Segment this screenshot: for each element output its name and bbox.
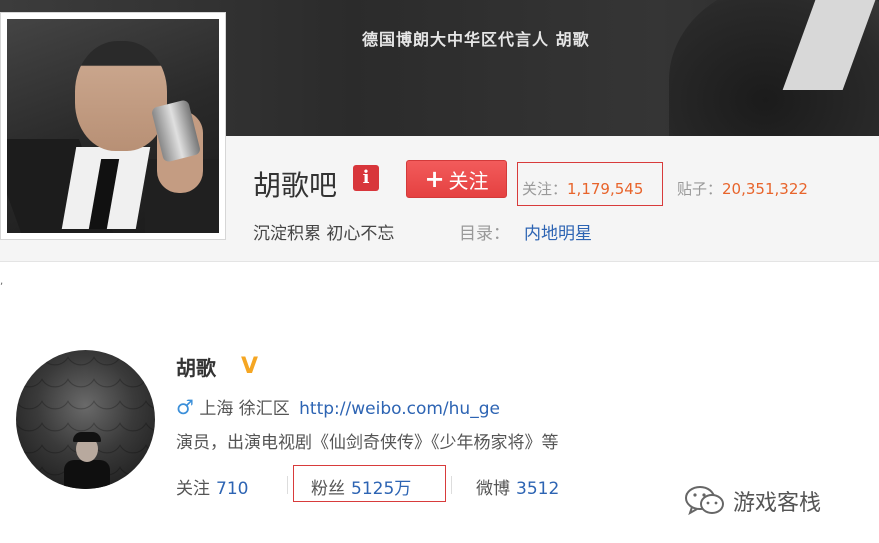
follow-button-label: 关注 [448, 168, 489, 193]
watermark: 游戏客栈 [683, 484, 821, 518]
weibo-avatar[interactable] [16, 350, 155, 489]
follow-stat-count: 1,179,545 [567, 180, 644, 198]
watermark-text: 游戏客栈 [733, 491, 822, 516]
weibo-name[interactable]: 胡歌 [176, 352, 216, 381]
posts-stat-count: 20,351,322 [722, 180, 808, 198]
banner-caption: 德国博朗大中华区代言人 胡歌 [362, 30, 590, 49]
weibo-fans-stat[interactable]: 粉丝 5125万 [311, 474, 411, 499]
category-link[interactable]: 内地明星 [524, 219, 592, 244]
male-icon: ♂ [176, 395, 194, 419]
tieba-avatar-photo [7, 19, 219, 233]
weibo-url-link[interactable]: http://weibo.com/hu_ge [299, 399, 500, 419]
tieba-follow-button[interactable]: + 关注 [406, 160, 507, 198]
stray-mark: , [0, 276, 4, 287]
tieba-header: 德国博朗大中华区代言人 胡歌 胡歌吧 i + 关注 关注：1,179,545 贴… [0, 0, 879, 262]
photo-head [75, 41, 167, 151]
weibo-following-stat[interactable]: 关注 710 [176, 474, 248, 499]
verified-v-icon: V [241, 354, 259, 379]
follow-stat-label: 关注： [522, 180, 568, 198]
category-label: 目录： [459, 224, 510, 244]
fans-count: 5125万 [351, 479, 412, 499]
weibo-location: 上海 徐汇区 [199, 399, 290, 419]
following-count: 710 [216, 479, 249, 499]
weibo-posts-count: 3512 [516, 479, 560, 499]
info-badge-icon[interactable]: i [353, 165, 379, 191]
fans-label: 粉丝 [311, 479, 345, 499]
wechat-icon [685, 486, 724, 516]
tieba-name: 胡歌吧 [253, 169, 338, 202]
stat-divider [451, 476, 452, 494]
stat-divider [287, 476, 288, 494]
following-label: 关注 [176, 479, 210, 499]
avatar-figure-hat [73, 432, 101, 442]
tieba-avatar[interactable] [0, 12, 226, 240]
weibo-posts-label: 微博 [476, 479, 510, 499]
tieba-follow-stat: 关注：1,179,545 [522, 178, 643, 199]
tieba-posts-stat: 贴子：20,351,322 [677, 178, 808, 199]
plus-icon: + [424, 165, 445, 193]
avatar-figure-body [64, 460, 110, 489]
posts-stat-label: 贴子： [677, 180, 723, 198]
weibo-posts-stat[interactable]: 微博 3512 [476, 474, 559, 499]
weibo-bio: 演员，出演电视剧《仙剑奇侠传》《少年杨家将》等 [176, 433, 559, 453]
weibo-location-row: ♂ 上海 徐汇区 http://weibo.com/hu_ge [176, 394, 500, 419]
tieba-slogan: 沉淀积累 初心不忘 [253, 224, 395, 244]
